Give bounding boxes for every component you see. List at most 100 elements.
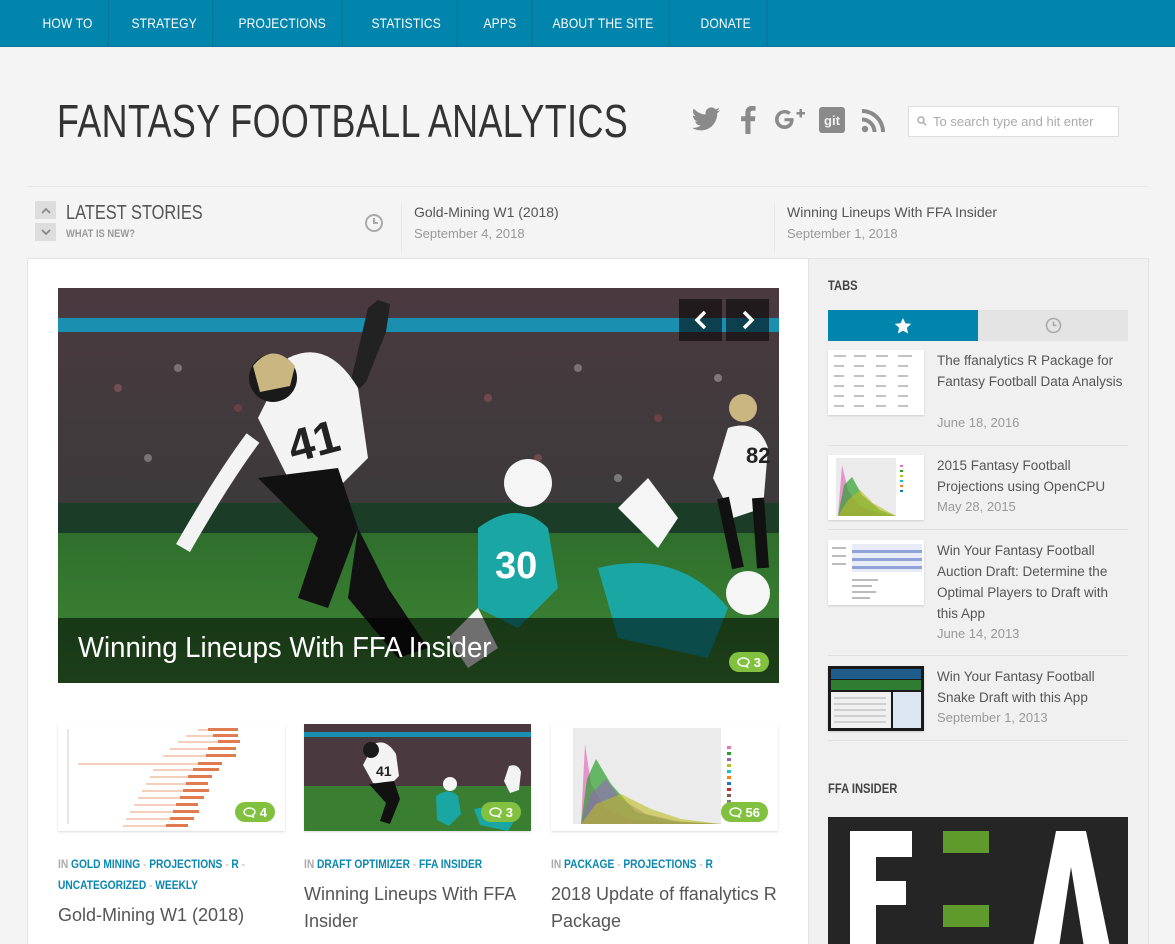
rss-icon[interactable]	[858, 104, 890, 136]
ffa-insider-banner[interactable]	[828, 817, 1128, 944]
ticker-story-title[interactable]: Gold-Mining W1 (2018)	[414, 204, 559, 220]
post-title[interactable]: 2018 Update of ffanalytics R Package	[551, 881, 778, 935]
ticker-up-button[interactable]	[35, 201, 56, 219]
category-link[interactable]: R	[231, 857, 238, 871]
main-content: 41 30 82 Winning Lineups With FFA Inside…	[27, 258, 809, 944]
comment-count: 4	[259, 804, 267, 820]
slider-next-button[interactable]	[726, 299, 769, 341]
sidebar-post-title[interactable]: 2015 Fantasy Football Projections using …	[937, 455, 1127, 497]
category-link[interactable]: R	[706, 857, 713, 871]
comment-icon	[489, 806, 502, 818]
sidebar-post-date: September 1, 2013	[937, 710, 1048, 725]
latest-stories-heading: LATEST STORIES	[66, 202, 203, 224]
featured-slider[interactable]: 41 30 82 Winning Lineups With FFA Inside…	[58, 288, 779, 683]
svg-text:30: 30	[495, 545, 537, 587]
categories-prefix: IN	[58, 857, 69, 871]
post-thumbnail[interactable]: 4	[58, 724, 285, 831]
category-link[interactable]: PACKAGE	[564, 857, 614, 871]
chevron-up-icon	[40, 207, 51, 214]
search-input[interactable]	[933, 114, 1113, 129]
post-categories: IN PACKAGE - PROJECTIONS - R	[551, 857, 713, 871]
post-categories: IN DRAFT OPTIMIZER - FFA INSIDER	[304, 857, 483, 871]
ticker-story-title[interactable]: Winning Lineups With FFA Insider	[787, 204, 997, 220]
ticker-down-button[interactable]	[35, 223, 56, 241]
comment-count-badge[interactable]: 56	[720, 802, 768, 822]
ffa-logo	[828, 817, 1128, 944]
comment-count: 3	[753, 654, 761, 670]
svg-text:41: 41	[376, 763, 392, 779]
search-icon	[917, 113, 927, 131]
latest-stories-subheading: WHAT IS NEW?	[66, 228, 135, 240]
category-link[interactable]: PROJECTIONS	[623, 857, 696, 871]
nav-strategy[interactable]: STRATEGY	[116, 0, 214, 47]
nav-apps[interactable]: APPS	[468, 0, 533, 47]
star-icon	[894, 317, 912, 333]
comment-icon	[737, 656, 750, 668]
post-thumbnail[interactable]: 41 3	[304, 724, 531, 831]
nav-statistics[interactable]: STATISTICS	[356, 0, 458, 47]
sidebar-post: 2015 Fantasy Football Projections using …	[828, 455, 1128, 530]
svg-text:git: git	[824, 113, 841, 128]
facebook-icon[interactable]	[732, 104, 764, 136]
chevron-down-icon	[40, 228, 51, 235]
slider-caption-bar: Winning Lineups With FFA Insider 3	[58, 618, 779, 683]
top-navigation: HOW TO STRATEGY PROJECTIONS STATISTICS A…	[0, 0, 1175, 47]
sidebar-post: The ffanalytics R Package for Fantasy Fo…	[828, 350, 1128, 446]
post-card: 56 IN PACKAGE - PROJECTIONS - R 2018 Upd…	[551, 724, 778, 935]
sidebar: TABS The ffanalytics R Package for Fanta…	[809, 258, 1149, 944]
category-link[interactable]: UNCATEGORIZED	[58, 878, 146, 892]
ffa-insider-heading: FFA INSIDER	[828, 780, 898, 796]
post-card: 4 IN GOLD MINING - PROJECTIONS - R - UNC…	[58, 724, 285, 929]
sidebar-post: Win Your Fantasy Football Snake Draft wi…	[828, 666, 1128, 741]
slider-caption[interactable]: Winning Lineups With FFA Insider	[78, 632, 491, 665]
ticker-story-date: September 4, 2018	[414, 226, 525, 241]
comment-count-badge[interactable]: 4	[234, 802, 275, 822]
google-plus-icon[interactable]	[774, 104, 806, 136]
nav-projections[interactable]: PROJECTIONS	[223, 0, 343, 47]
category-link[interactable]: WEEKLY	[155, 878, 198, 892]
nav-about[interactable]: ABOUT THE SITE	[537, 0, 670, 47]
sidebar-post-date: June 18, 2016	[937, 415, 1020, 430]
tabs-widget-heading: TABS	[828, 277, 858, 293]
comment-count-badge[interactable]: 3	[480, 802, 521, 822]
tabs-widget-tabbar	[828, 310, 1128, 341]
tab-popular[interactable]	[828, 310, 978, 341]
comment-count: 56	[745, 804, 760, 820]
category-link[interactable]: FFA INSIDER	[419, 857, 482, 871]
comment-icon	[243, 806, 256, 818]
category-link[interactable]: PROJECTIONS	[149, 857, 222, 871]
ticker-story-date: September 1, 2018	[787, 226, 898, 241]
ticker-controls	[35, 201, 56, 245]
post-thumbnail[interactable]	[828, 540, 924, 605]
post-thumbnail[interactable]	[828, 350, 924, 415]
post-title[interactable]: Winning Lineups With FFA Insider	[304, 881, 531, 935]
category-link[interactable]: GOLD MINING	[71, 857, 140, 871]
ticker-story: Winning Lineups With FFA Insider Septemb…	[774, 204, 997, 252]
post-categories: IN GOLD MINING - PROJECTIONS - R - UNCAT…	[58, 857, 246, 892]
comment-count-badge[interactable]: 3	[728, 652, 769, 672]
table-thumbnail	[828, 350, 924, 415]
sidebar-post-title[interactable]: Win Your Fantasy Football Snake Draft wi…	[937, 666, 1127, 708]
nav-donate[interactable]: DONATE	[685, 0, 768, 47]
tab-recent[interactable]	[978, 310, 1128, 341]
density-chart-thumbnail	[828, 455, 924, 520]
clock-icon	[1045, 317, 1061, 334]
post-title[interactable]: Gold-Mining W1 (2018)	[58, 902, 285, 929]
twitter-icon[interactable]	[690, 104, 722, 136]
post-thumbnail[interactable]: 56	[551, 724, 778, 831]
post-thumbnail[interactable]	[828, 455, 924, 520]
sidebar-post-date: May 28, 2015	[937, 499, 1016, 514]
app-screenshot-thumbnail	[828, 666, 924, 731]
nav-how-to[interactable]: HOW TO	[27, 0, 109, 47]
post-card: 41 3 IN DRAFT OPTIMIZER - FFA INSIDER Wi…	[304, 724, 531, 935]
latest-stories-ticker: LATEST STORIES WHAT IS NEW? Gold-Mining …	[27, 186, 1148, 252]
git-icon[interactable]: git	[816, 104, 848, 136]
sidebar-post-title[interactable]: Win Your Fantasy Football Auction Draft:…	[937, 540, 1127, 624]
app-screenshot-thumbnail	[828, 540, 924, 605]
sidebar-post-title[interactable]: The ffanalytics R Package for Fantasy Fo…	[937, 350, 1127, 392]
slider-controls	[679, 299, 769, 341]
category-link[interactable]: DRAFT OPTIMIZER	[317, 857, 410, 871]
site-title[interactable]: FANTASY FOOTBALL ANALYTICS	[57, 94, 628, 148]
slider-prev-button[interactable]	[679, 299, 722, 341]
post-thumbnail[interactable]	[828, 666, 924, 731]
